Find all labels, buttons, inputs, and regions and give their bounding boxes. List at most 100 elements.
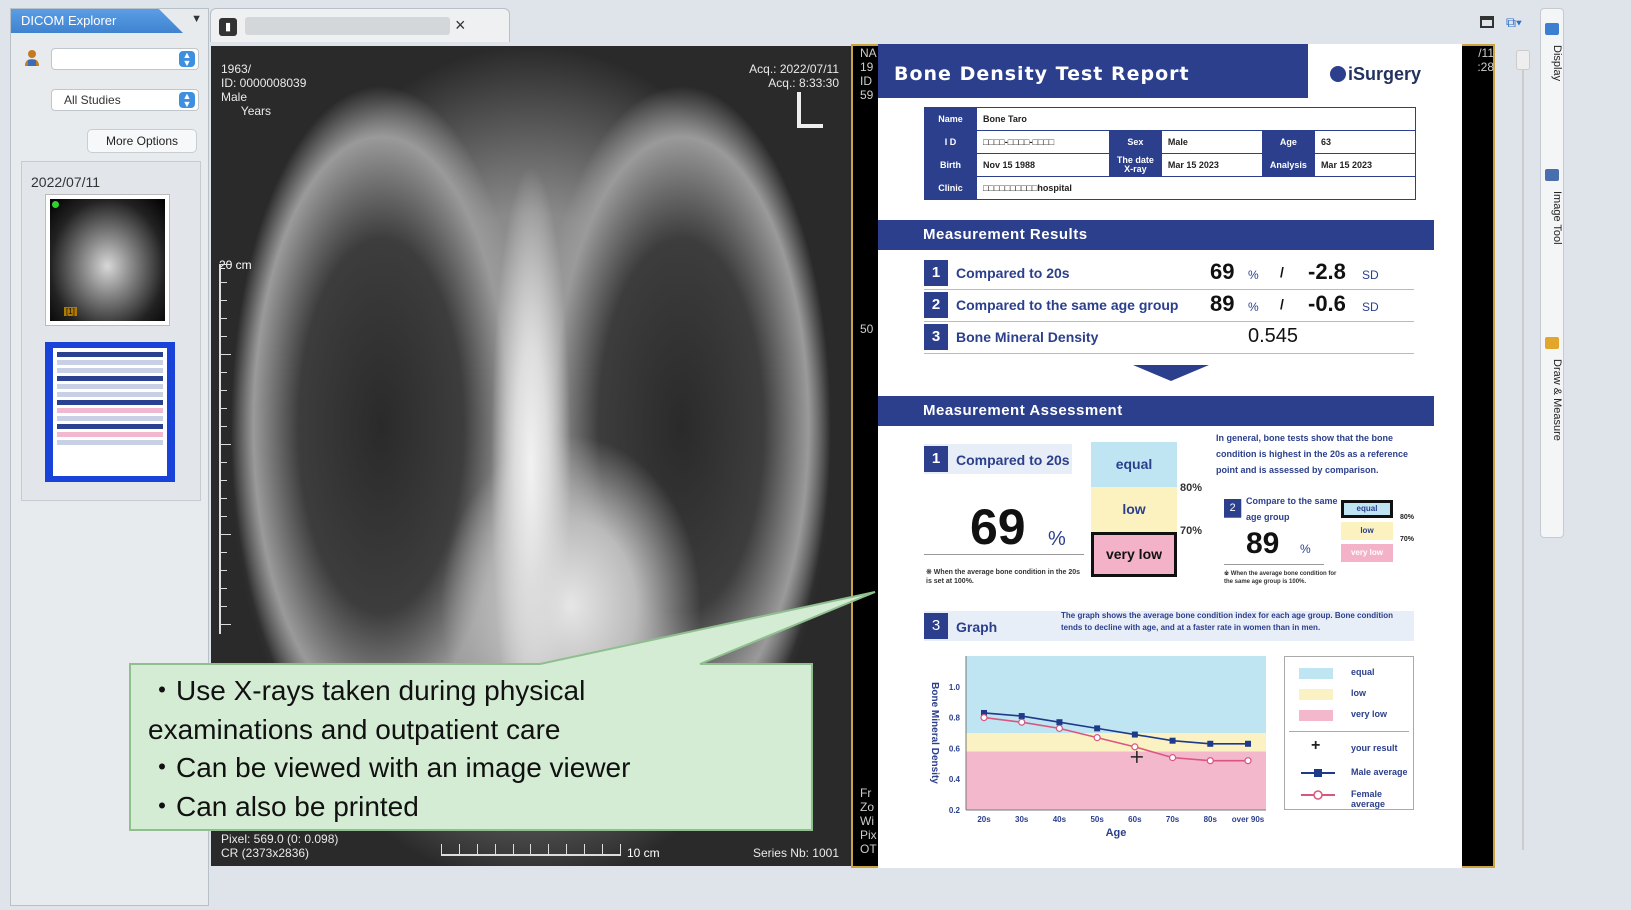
female-average-point [1131,743,1139,751]
overlay-birth: 1963/ [221,62,252,76]
series-number: Series Nb: 1001 [752,846,839,860]
series-date: 2022/07/11 [31,174,101,190]
patient-icon [25,50,39,66]
tool-image[interactable]: Image Tool [1541,191,1563,245]
x-tick-label: over 90s [1232,815,1265,824]
result-value: 69 [1210,259,1235,284]
panel-menu-icon[interactable]: ▼ [191,13,202,25]
male-average-point [1245,740,1251,747]
result-sd-value: -0.6 [1308,291,1346,316]
studies-select-value: All Studies [64,93,121,107]
divider [924,554,1084,555]
legend-label: Female average [1351,789,1386,809]
legend-swatch [1299,710,1333,721]
female-average-point [1168,754,1177,762]
legend-label: Male average [1351,767,1408,777]
y-tick-label: 0.8 [949,714,961,723]
report-title: Bone Density Test Report [878,44,1308,98]
x-tick-label: 70s [1166,815,1180,824]
result-number: 3 [924,324,948,350]
female-average-point [1055,724,1064,732]
clinic-header: Clinic [924,176,977,200]
female-average-point [1244,757,1252,765]
overlay-sex: Male [221,90,248,104]
legend-label: your result [1351,743,1398,753]
threshold-80: 80% [1180,482,1203,494]
results-heading: Measurement Results [878,220,1434,250]
male-average-point [1094,725,1101,732]
result-sd-unit: SD [1362,300,1379,314]
scale-label: 10 cm [627,846,660,860]
image-tool-icon [1545,169,1559,181]
female-average-point [1093,734,1101,742]
result-unit: % [1248,268,1259,282]
xray-thumbnail-image [50,199,165,321]
legend-item-female: Female average [1295,787,1415,809]
level-low: low [1091,487,1177,532]
result-value: 0.545 [1248,325,1299,347]
small-level-equal: equal [1341,500,1393,518]
legend-item-equal: equal [1295,665,1415,681]
result-number: 2 [924,292,948,318]
result-sd-unit: SD [1362,268,1379,282]
tool-sidebar: Display Image Tool Draw & Measure [1508,8,1618,906]
tool-display[interactable]: Display [1541,45,1563,81]
series-thumbnail-report[interactable] [45,342,175,482]
name-header: Name [924,107,977,131]
x-tick-label: 20s [977,815,991,824]
tab-title-bar [245,17,450,35]
arrow-down-icon [1133,365,1209,381]
name-value: Bone Taro [976,107,1416,131]
patient-select[interactable]: ▲ ▼ [51,48,199,70]
threshold-70: 70% [1180,525,1203,537]
age-value: 63 [1313,130,1417,154]
clipped-text: NA [860,46,877,60]
small-level-low: low [1341,522,1393,540]
y-tick-label: 0.6 [949,744,961,753]
result-separator: / [1280,296,1284,312]
overlay-age: Years [221,104,272,118]
scroll-track [1522,70,1524,850]
scroll-handle[interactable] [1516,50,1530,70]
age-header: Age [1261,130,1315,154]
legend-label: equal [1351,667,1375,677]
horizontal-scale [441,844,621,856]
bone-density-report: Bone Density Test Report iSurgery Name B… [878,44,1462,868]
series-thumbnail-xray[interactable]: [1] [45,194,170,326]
result-row: 1 Compared to 20s 69 % / -2.8 SD [924,259,1414,290]
viewer-tabstrip: ▮ × [210,8,1506,42]
status-dot [52,201,59,208]
clipped-text: ID [860,74,872,88]
assessment-heading: Measurement Assessment [878,396,1434,426]
clipped-text: /11 [1478,46,1494,60]
chevron-updown-icon: ▲ ▼ [179,92,195,109]
patient-overlay: 1963/ ID: 0000008039 Male Years [221,62,306,118]
level-very-low: very low [1091,532,1177,577]
vertical-ruler [219,264,233,634]
studies-select[interactable]: All Studies ▲ ▼ [51,89,199,111]
male-average-point [1018,713,1025,720]
divider [1224,564,1324,565]
close-icon[interactable]: × [455,15,466,36]
legend-swatch [1299,668,1333,679]
dicom-explorer-tab[interactable]: DICOM Explorer [11,9,183,33]
y-tick-label: 1.0 [949,683,961,692]
clipped-text: 59 [860,88,874,102]
assessment-1-value: 69 [970,499,1026,555]
legend-item-very-low: very low [1295,707,1415,723]
x-tick-label: 30s [1015,815,1029,824]
assessment-2-label: Compare to the same age group [1246,496,1338,522]
birth-header: Birth [924,153,977,177]
more-options-button[interactable]: More Options [87,129,197,153]
tool-draw-measure[interactable]: Draw & Measure [1541,359,1563,441]
sex-value: Male [1160,130,1263,154]
clinic-value: □□□□□□□□□□hospital [976,176,1416,200]
maximize-icon[interactable] [1480,16,1494,28]
plus-icon: + [1311,737,1321,754]
clipped-text: :28 [1477,60,1494,74]
result-value: 89 [1210,291,1235,316]
report-thumbnail-image [53,348,167,476]
viewer-tab[interactable]: ▮ × [210,8,510,42]
orientation-marker [797,92,823,128]
graph-label: Graph [956,619,998,635]
